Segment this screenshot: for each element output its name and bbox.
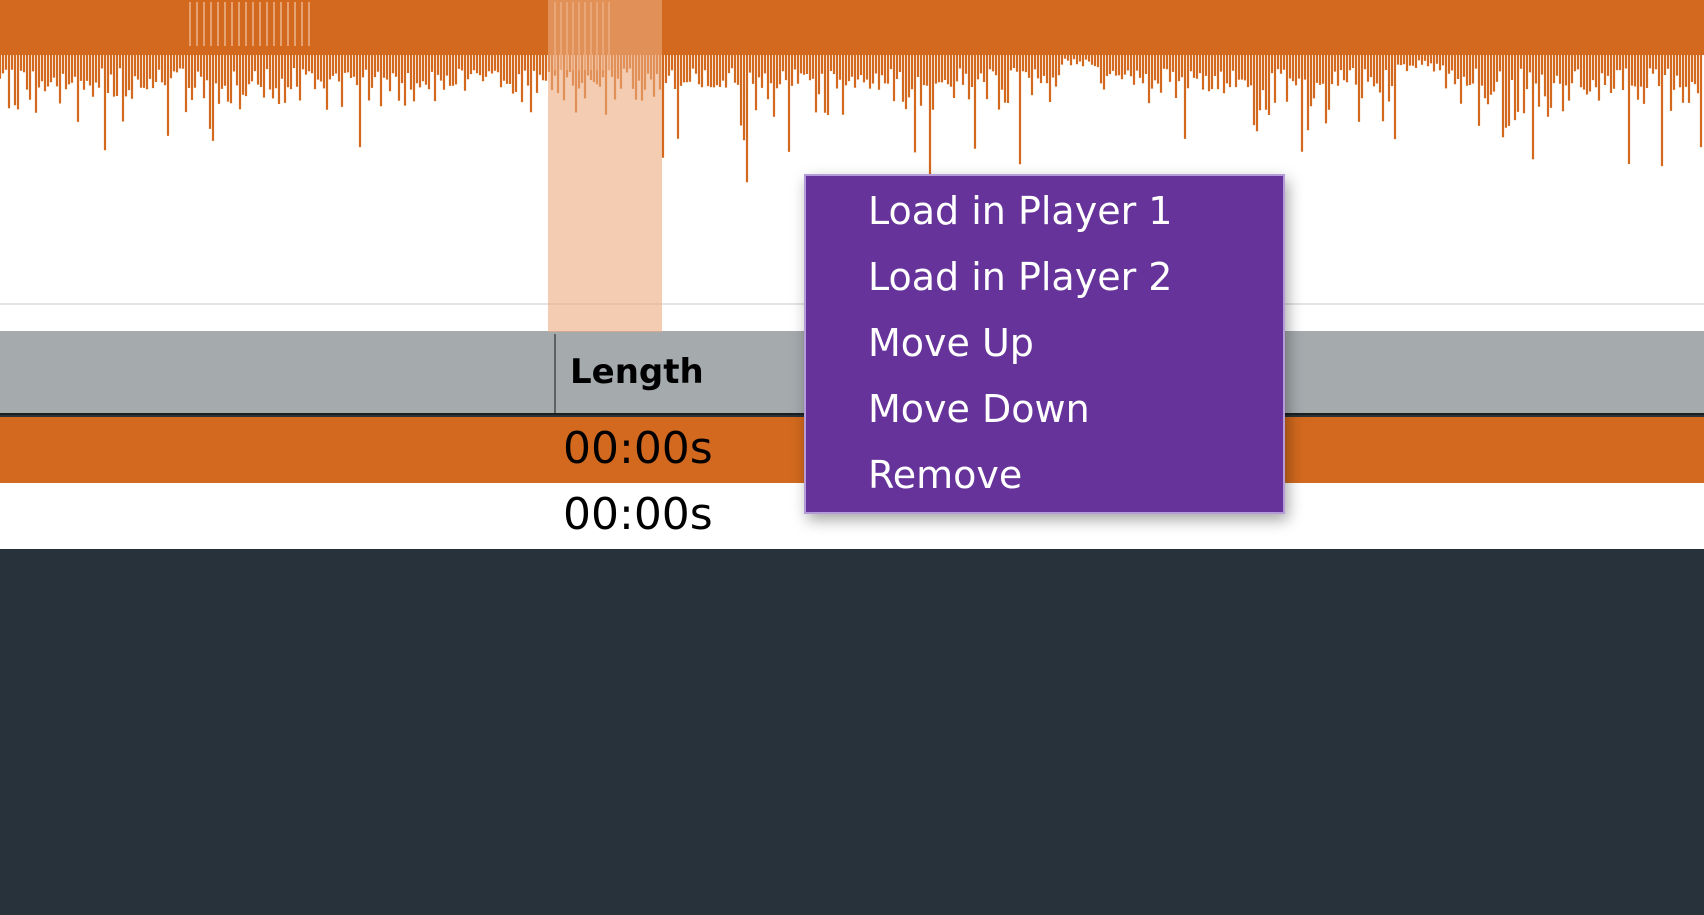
menu-item-load-player-1[interactable]: Load in Player 1 [806, 192, 1283, 258]
length-cell: 00:00s [563, 423, 713, 474]
menu-item-move-up[interactable]: Move Up [806, 324, 1283, 390]
column-resize-handle[interactable] [554, 334, 556, 413]
playhead-selection-highlight[interactable] [548, 0, 662, 332]
menu-item-remove[interactable]: Remove [806, 456, 1283, 522]
menu-item-move-down[interactable]: Move Down [806, 390, 1283, 456]
length-cell: 00:00s [563, 489, 713, 540]
context-menu: Load in Player 1 Load in Player 2 Move U… [804, 174, 1285, 514]
menu-item-load-player-2[interactable]: Load in Player 2 [806, 258, 1283, 324]
column-header-length[interactable]: Length [570, 355, 704, 389]
